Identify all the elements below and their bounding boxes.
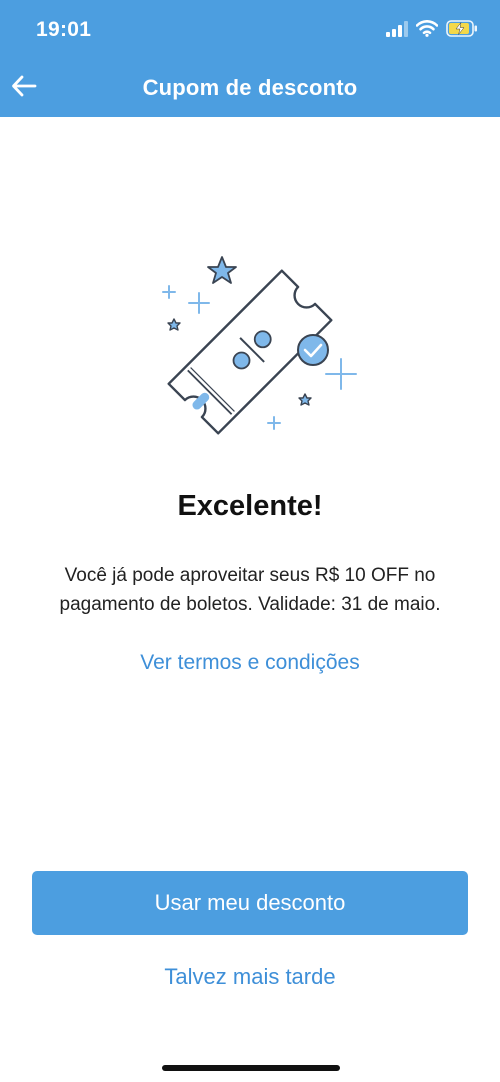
battery-charging-icon <box>446 20 478 42</box>
page-title: Cupom de desconto <box>142 75 358 100</box>
terms-link[interactable]: Ver termos e condições <box>0 651 500 675</box>
status-bar: 19:01 <box>0 0 500 60</box>
check-circle-icon <box>297 334 329 366</box>
maybe-later-button[interactable]: Talvez mais tarde <box>0 964 500 990</box>
navigation-bar: Cupom de desconto <box>0 60 500 117</box>
status-time: 19:01 <box>36 18 92 41</box>
status-icons <box>386 20 478 42</box>
app-header: 19:01 Cupom de desconto <box>0 0 500 117</box>
signal-icon <box>386 20 408 42</box>
headline: Excelente! <box>177 490 323 522</box>
coupon-illustration <box>150 250 370 440</box>
home-indicator <box>162 1065 340 1071</box>
discount-message: Você já pode aproveitar seus R$ 10 OFF n… <box>59 565 441 615</box>
wifi-icon <box>415 20 439 42</box>
use-discount-button[interactable]: Usar meu desconto <box>32 871 468 935</box>
